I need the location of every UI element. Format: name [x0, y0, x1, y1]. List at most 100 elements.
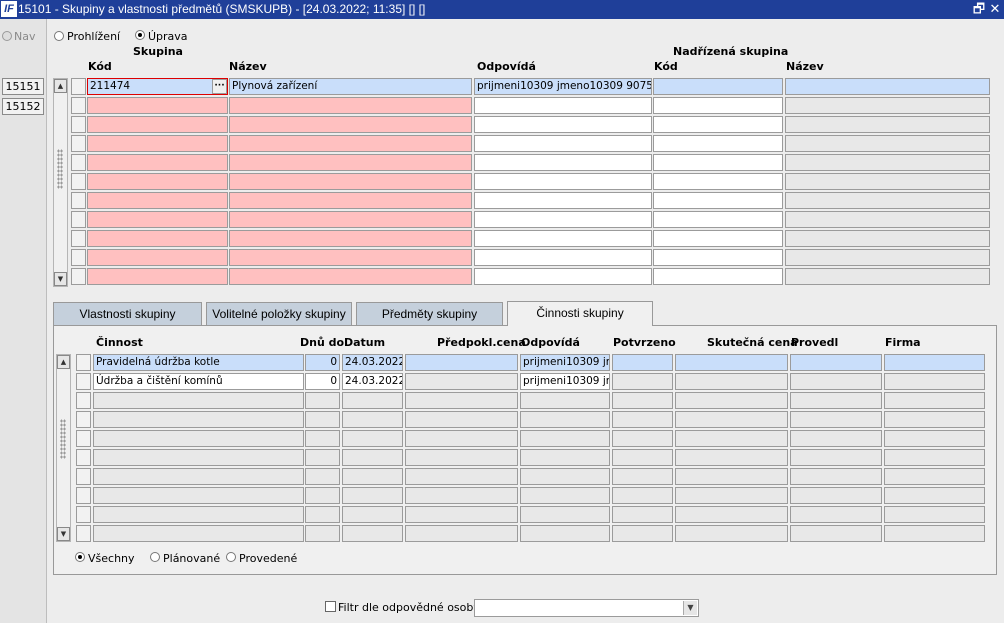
activity-dnu-field[interactable]	[305, 449, 340, 466]
filter-radio-provedene[interactable]	[226, 552, 236, 562]
activity-cinnost-field[interactable]	[93, 430, 304, 447]
scroll-up-icon[interactable]: ▲	[57, 355, 70, 369]
nav-radio[interactable]	[2, 31, 12, 41]
activity-potvrzeno-field[interactable]	[612, 430, 673, 447]
activity-provedl-field[interactable]	[790, 392, 882, 409]
group-kod-field[interactable]	[87, 268, 228, 285]
close-window-icon[interactable]: ✕	[988, 1, 1002, 17]
parent-nazev-field[interactable]	[785, 249, 990, 266]
activity-skut-field[interactable]	[675, 373, 788, 390]
parent-kod-field[interactable]	[653, 173, 783, 190]
responsible-filter-checkbox[interactable]	[325, 601, 336, 612]
tab-cinnosti-skupiny[interactable]: Činnosti skupiny	[507, 301, 653, 326]
group-kod-field[interactable]	[87, 135, 228, 152]
activity-datum-field[interactable]	[342, 487, 403, 504]
activity-potvrzeno-field[interactable]	[612, 411, 673, 428]
activity-cena-field[interactable]	[405, 487, 518, 504]
row-selector[interactable]	[76, 468, 91, 485]
activity-cinnost-field[interactable]	[93, 392, 304, 409]
chevron-down-icon[interactable]: ▼	[683, 601, 697, 615]
activity-odpovida-field[interactable]	[520, 506, 610, 523]
group-nazev-field[interactable]	[229, 230, 472, 247]
activity-dnu-field[interactable]	[305, 430, 340, 447]
group-nazev-field[interactable]	[229, 154, 472, 171]
group-kod-field[interactable]	[87, 173, 228, 190]
activity-odpovida-field[interactable]	[520, 487, 610, 504]
row-selector[interactable]	[71, 192, 86, 209]
activity-potvrzeno-field[interactable]	[612, 487, 673, 504]
parent-nazev-field[interactable]	[785, 211, 990, 228]
activity-dnu-field[interactable]	[305, 506, 340, 523]
activity-odpovida-field[interactable]: prijmeni10309 jmeno	[520, 373, 610, 390]
activity-datum-field[interactable]: 24.03.2022	[342, 354, 403, 371]
group-nazev-field[interactable]	[229, 249, 472, 266]
activity-odpovida-field[interactable]	[520, 468, 610, 485]
group-nazev-field[interactable]	[229, 211, 472, 228]
activity-skut-field[interactable]	[675, 506, 788, 523]
mode-radio-uprava[interactable]	[135, 30, 145, 40]
group-nazev-field[interactable]	[229, 116, 472, 133]
group-kod-field[interactable]: 211474	[87, 78, 228, 95]
activity-potvrzeno-field[interactable]	[612, 525, 673, 542]
parent-kod-field[interactable]	[653, 78, 783, 95]
activity-dnu-field[interactable]	[305, 468, 340, 485]
tab-volitelne-polozky[interactable]: Volitelné položky skupiny	[206, 302, 352, 325]
group-kod-field[interactable]	[87, 211, 228, 228]
tab-vlastnosti-skupiny[interactable]: Vlastnosti skupiny	[53, 302, 202, 325]
activity-skut-field[interactable]	[675, 449, 788, 466]
row-selector[interactable]	[76, 392, 91, 409]
activity-datum-field[interactable]	[342, 449, 403, 466]
group-kod-field[interactable]	[87, 154, 228, 171]
parent-nazev-field[interactable]	[785, 268, 990, 285]
group-odpovida-field[interactable]	[474, 192, 652, 209]
activity-skut-field[interactable]	[675, 354, 788, 371]
activity-skut-field[interactable]	[675, 525, 788, 542]
row-selector[interactable]	[71, 97, 86, 114]
activity-firma-field[interactable]	[884, 525, 985, 542]
parent-nazev-field[interactable]	[785, 135, 990, 152]
activity-datum-field[interactable]: 24.03.2022	[342, 373, 403, 390]
row-selector[interactable]	[71, 154, 86, 171]
activity-cena-field[interactable]	[405, 354, 518, 371]
activity-datum-field[interactable]	[342, 392, 403, 409]
responsible-person-select[interactable]: ▼	[474, 599, 699, 617]
activity-cinnost-field[interactable]	[93, 506, 304, 523]
row-selector[interactable]	[71, 173, 86, 190]
parent-nazev-field[interactable]	[785, 230, 990, 247]
activity-odpovida-field[interactable]	[520, 449, 610, 466]
activity-dnu-field[interactable]	[305, 525, 340, 542]
group-nazev-field[interactable]	[229, 173, 472, 190]
activity-cinnost-field[interactable]	[93, 468, 304, 485]
activity-skut-field[interactable]	[675, 392, 788, 409]
activity-provedl-field[interactable]	[790, 430, 882, 447]
parent-kod-field[interactable]	[653, 116, 783, 133]
activity-cena-field[interactable]	[405, 373, 518, 390]
parent-nazev-field[interactable]	[785, 192, 990, 209]
row-selector[interactable]	[71, 78, 86, 95]
activity-dnu-field[interactable]	[305, 487, 340, 504]
row-selector[interactable]	[76, 373, 91, 390]
activity-cena-field[interactable]	[405, 392, 518, 409]
activity-cinnost-field[interactable]	[93, 449, 304, 466]
group-odpovida-field[interactable]	[474, 154, 652, 171]
activity-provedl-field[interactable]	[790, 487, 882, 504]
parent-kod-field[interactable]	[653, 97, 783, 114]
group-odpovida-field[interactable]	[474, 249, 652, 266]
scroll-down-icon[interactable]: ▼	[54, 272, 67, 286]
activity-cena-field[interactable]	[405, 449, 518, 466]
row-selector[interactable]	[76, 506, 91, 523]
activity-skut-field[interactable]	[675, 430, 788, 447]
group-odpovida-field[interactable]	[474, 97, 652, 114]
activity-potvrzeno-field[interactable]	[612, 373, 673, 390]
activity-provedl-field[interactable]	[790, 525, 882, 542]
activity-dnu-field[interactable]	[305, 392, 340, 409]
activity-skut-field[interactable]	[675, 468, 788, 485]
activity-dnu-field[interactable]: 0	[305, 354, 340, 371]
activity-cena-field[interactable]	[405, 506, 518, 523]
group-odpovida-field[interactable]	[474, 135, 652, 152]
activity-skut-field[interactable]	[675, 411, 788, 428]
parent-nazev-field[interactable]	[785, 78, 990, 95]
parent-nazev-field[interactable]	[785, 173, 990, 190]
filter-radio-vsechny[interactable]	[75, 552, 85, 562]
group-odpovida-field[interactable]	[474, 230, 652, 247]
